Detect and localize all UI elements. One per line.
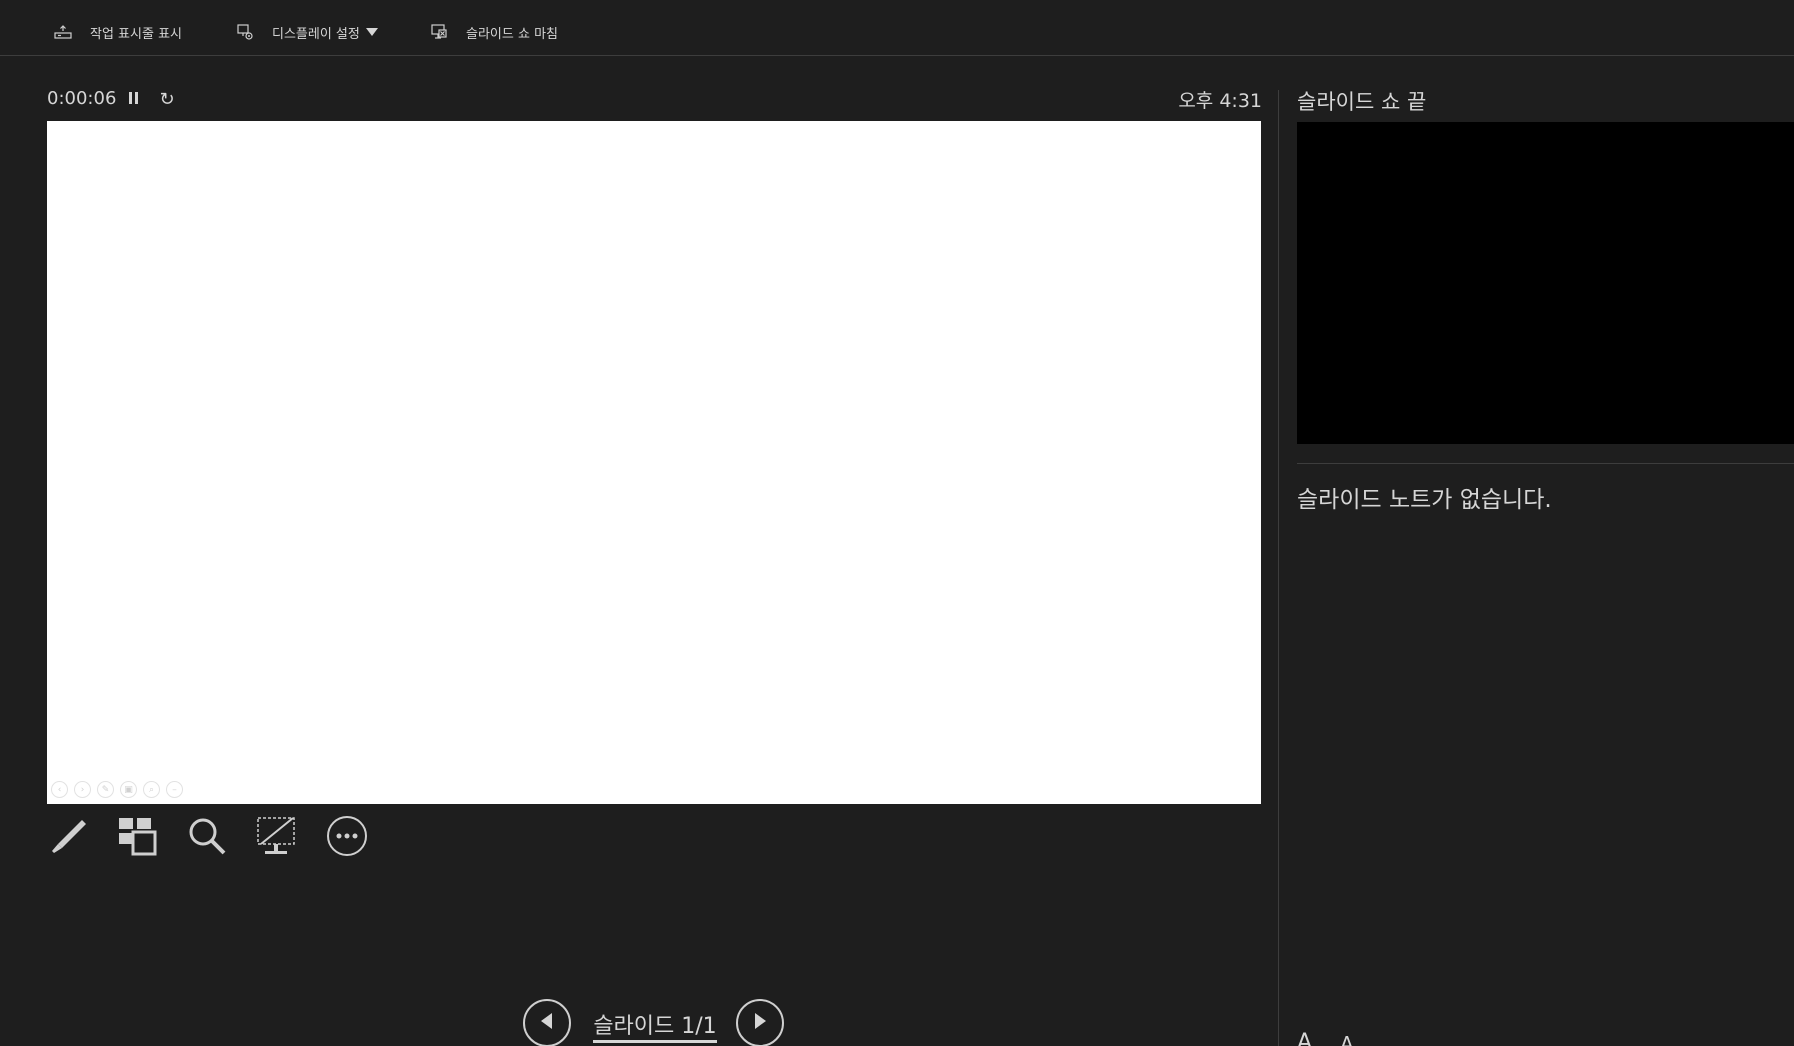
current-slide[interactable]: ‹ › ✎ ▣ ⌕ – xyxy=(47,121,1261,804)
slide-mini-controls: ‹ › ✎ ▣ ⌕ – xyxy=(51,781,183,798)
speaker-notes[interactable]: 슬라이드 노트가 없습니다. xyxy=(1297,480,1552,514)
presenter-view: 작업 표시줄 표시 디스플레이 설정 슬라이드 쇼 마침 0:00:06 ↻ 오… xyxy=(0,0,1794,1046)
show-taskbar-button[interactable]: 작업 표시줄 표시 xyxy=(52,18,182,46)
display-settings-label: 디스플레이 설정 xyxy=(272,26,360,42)
increase-font-button[interactable]: A xyxy=(1297,1030,1312,1046)
taskbar-icon xyxy=(52,21,74,43)
next-slide-button[interactable] xyxy=(736,999,784,1046)
next-slide-icon xyxy=(751,1011,769,1035)
next-slide-label: 슬라이드 쇼 끝 xyxy=(1297,90,1427,114)
next-slide-preview[interactable] xyxy=(1297,122,1794,444)
mini-next-icon[interactable]: › xyxy=(74,781,91,798)
end-slide-show-label: 슬라이드 쇼 마침 xyxy=(466,26,558,42)
previous-slide-icon xyxy=(538,1011,556,1035)
display-settings-button[interactable]: 디스플레이 설정 xyxy=(234,18,378,46)
decrease-font-label: A xyxy=(1340,1032,1354,1046)
pen-tool-button[interactable] xyxy=(46,816,90,860)
previous-slide-button[interactable] xyxy=(523,999,571,1046)
reset-timer-button[interactable]: ↻ xyxy=(156,88,178,110)
black-screen-button[interactable] xyxy=(254,816,298,860)
see-all-slides-icon xyxy=(117,816,157,860)
mini-slides-icon[interactable]: ▣ xyxy=(120,781,137,798)
mini-zoom-icon[interactable]: ⌕ xyxy=(143,781,160,798)
mini-previous-icon[interactable]: ‹ xyxy=(51,781,68,798)
end-show-icon xyxy=(428,21,450,43)
reset-icon: ↻ xyxy=(159,88,175,110)
show-taskbar-label: 작업 표시줄 표시 xyxy=(90,26,182,42)
zoom-icon xyxy=(187,816,227,860)
pen-icon xyxy=(48,816,88,860)
more-options-icon xyxy=(326,815,368,861)
mini-pen-icon[interactable]: ✎ xyxy=(97,781,114,798)
see-all-slides-button[interactable] xyxy=(115,816,159,860)
slide-counter-underline xyxy=(593,1040,717,1043)
decrease-font-button[interactable]: A xyxy=(1340,1032,1354,1046)
display-settings-icon xyxy=(234,21,256,43)
black-screen-icon xyxy=(255,815,297,861)
pane-divider[interactable] xyxy=(1278,90,1279,1046)
more-options-button[interactable] xyxy=(325,816,369,860)
increase-font-label: A xyxy=(1297,1030,1313,1046)
mini-more-icon[interactable]: – xyxy=(166,781,183,798)
pause-icon xyxy=(128,90,140,109)
top-toolbar: 작업 표시줄 표시 디스플레이 설정 슬라이드 쇼 마침 xyxy=(0,0,1794,56)
notes-divider[interactable] xyxy=(1297,463,1794,464)
chevron-down-icon xyxy=(365,28,378,36)
pause-timer-button[interactable] xyxy=(124,88,144,110)
end-slide-show-button[interactable]: 슬라이드 쇼 마침 xyxy=(428,18,558,46)
elapsed-timer: 0:00:06 xyxy=(47,88,117,109)
current-time: 오후 4:31 xyxy=(1178,90,1262,112)
slide-counter[interactable]: 슬라이드 1/1 xyxy=(592,1008,718,1040)
zoom-button[interactable] xyxy=(185,816,229,860)
